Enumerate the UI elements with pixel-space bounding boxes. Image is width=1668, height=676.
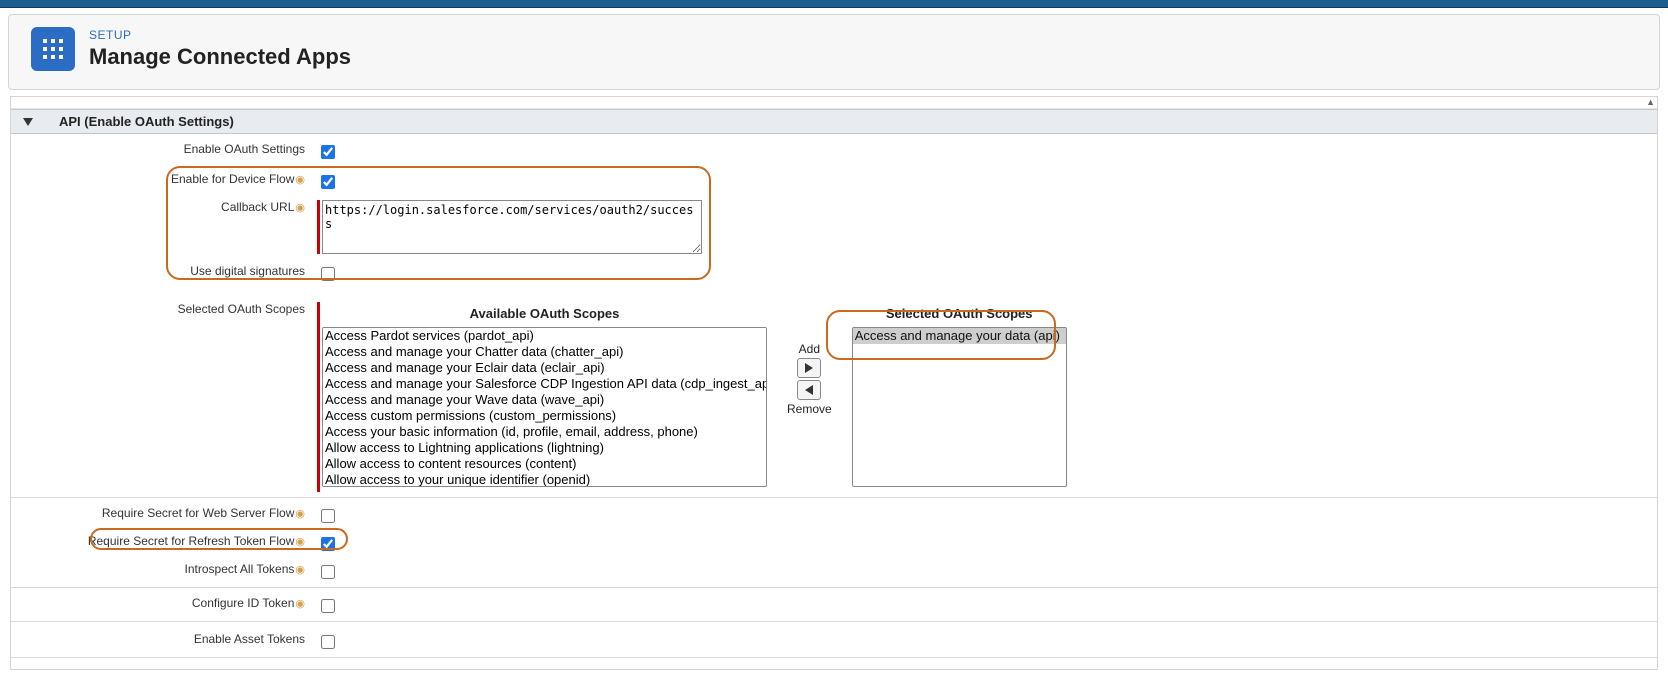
scope-option[interactable]: Allow access to your unique identifier (… (323, 472, 766, 487)
enable-single-logout-label: Enable Single Logout (180, 668, 294, 669)
help-icon[interactable]: ◉ (295, 536, 305, 548)
arrow-right-icon (805, 363, 813, 373)
scroll-area[interactable]: API (Enable OAuth Settings) Enable OAuth… (11, 109, 1657, 669)
scope-option[interactable]: Access and manage your data (api) (853, 328, 1066, 344)
remove-scope-button[interactable] (797, 380, 821, 400)
caret-down-icon (23, 118, 33, 126)
scope-option[interactable]: Access and manage your Salesforce CDP In… (323, 376, 766, 392)
enable-oauth-checkbox[interactable] (321, 145, 335, 159)
enable-device-flow-label: Enable for Device Flow (171, 172, 294, 186)
required-indicator (317, 200, 320, 254)
enable-asset-tokens-label: Enable Asset Tokens (11, 630, 311, 648)
scope-option[interactable]: Allow access to Lightning applications (… (323, 440, 766, 456)
page-header: SETUP Manage Connected Apps (8, 14, 1660, 90)
app-launcher-icon (42, 38, 64, 60)
content-wrap: ▲ API (Enable OAuth Settings) Enable OAu… (10, 96, 1658, 670)
use-digital-sig-label: Use digital signatures (11, 262, 311, 280)
scroll-indicator: ▲ (11, 97, 1657, 109)
scope-option[interactable]: Access and manage your Chatter data (cha… (323, 344, 766, 360)
scope-option[interactable]: Access your basic information (id, profi… (323, 424, 766, 440)
introspect-label: Introspect All Tokens (185, 562, 295, 576)
scope-option[interactable]: Allow access to content resources (conte… (323, 456, 766, 472)
available-scopes-select[interactable]: Access Pardot services (pardot_api)Acces… (322, 327, 767, 487)
scope-option[interactable]: Access custom permissions (custom_permis… (323, 408, 766, 424)
breadcrumb: SETUP (89, 28, 351, 42)
require-secret-web-label: Require Secret for Web Server Flow (102, 506, 295, 520)
enable-asset-tokens-checkbox[interactable] (321, 635, 335, 649)
available-scopes-title: Available OAuth Scopes (470, 302, 620, 327)
selected-scopes-title: Selected OAuth Scopes (886, 302, 1033, 327)
help-icon[interactable]: ◉ (295, 202, 305, 214)
section-title: API (Enable OAuth Settings) (59, 114, 234, 129)
top-bar (0, 0, 1668, 8)
required-indicator (317, 302, 320, 492)
require-secret-refresh-checkbox[interactable] (321, 537, 335, 551)
use-digital-sig-checkbox[interactable] (321, 267, 335, 281)
scope-option[interactable]: Access Pardot services (pardot_api) (323, 328, 766, 344)
introspect-checkbox[interactable] (321, 565, 335, 579)
help-icon[interactable]: ◉ (295, 508, 305, 520)
configure-id-token-checkbox[interactable] (321, 599, 335, 613)
configure-id-token-label: Configure ID Token (192, 596, 295, 610)
help-icon[interactable]: ◉ (295, 598, 305, 610)
callback-url-label: Callback URL (221, 200, 294, 214)
add-label: Add (799, 342, 820, 356)
enable-oauth-label: Enable OAuth Settings (11, 140, 311, 158)
help-icon[interactable]: ◉ (295, 174, 305, 186)
remove-label: Remove (787, 402, 832, 416)
app-launcher-button[interactable] (31, 27, 75, 71)
enable-device-flow-checkbox[interactable] (321, 175, 335, 189)
selected-scopes-label: Selected OAuth Scopes (11, 300, 311, 318)
page-title: Manage Connected Apps (89, 44, 351, 70)
section-header-api[interactable]: API (Enable OAuth Settings) (11, 109, 1657, 134)
add-scope-button[interactable] (797, 358, 821, 378)
scope-option[interactable]: Access and manage your Wave data (wave_a… (323, 392, 766, 408)
arrow-left-icon (805, 385, 813, 395)
selected-scopes-select[interactable]: Access and manage your data (api) (852, 327, 1067, 487)
callback-url-input[interactable] (322, 200, 702, 254)
scope-option[interactable]: Access and manage your Eclair data (ecla… (323, 360, 766, 376)
require-secret-refresh-label: Require Secret for Refresh Token Flow (88, 534, 295, 548)
require-secret-web-checkbox[interactable] (321, 509, 335, 523)
help-icon[interactable]: ◉ (295, 564, 305, 576)
